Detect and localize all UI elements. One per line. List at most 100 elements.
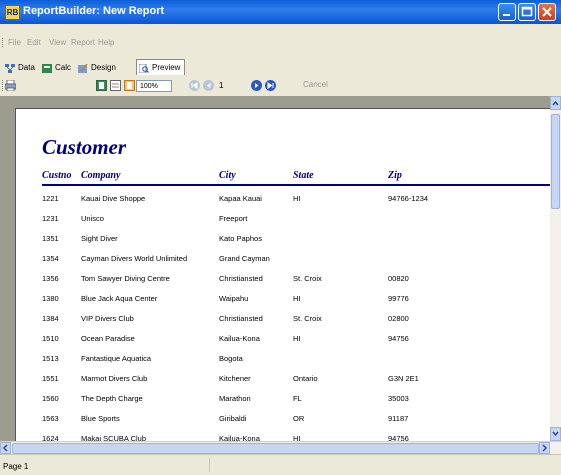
cell-state: HI <box>293 434 301 441</box>
maximize-button[interactable] <box>518 3 536 21</box>
column-header-state: State <box>293 170 314 181</box>
scroll-down-button[interactable] <box>550 427 561 441</box>
cell-city: Bogota <box>219 354 243 363</box>
close-button[interactable] <box>538 3 556 21</box>
print-icon[interactable] <box>4 79 17 92</box>
horizontal-scrollbar[interactable] <box>0 441 561 455</box>
cell-company: Kauai Dive Shoppe <box>81 194 146 203</box>
cell-zip: G3N 2E1 <box>388 374 419 383</box>
menu-edit[interactable]: Edit <box>27 38 41 47</box>
table-row: 1513 Fantastique Aquatica Bogota <box>16 351 550 371</box>
scroll-up-button[interactable] <box>550 96 561 110</box>
data-icon <box>5 63 15 73</box>
menu-help[interactable]: Help <box>98 38 114 47</box>
table-row: 1351 Sight Diver Kato Paphos <box>16 231 550 251</box>
design-icon <box>78 63 88 73</box>
cell-custno: 1354 <box>42 254 59 263</box>
zoom-input[interactable]: 100% <box>136 80 172 92</box>
cell-city: Christiansted <box>219 314 263 323</box>
cell-city: Marathon <box>219 394 251 403</box>
tab-design-label: Design <box>91 63 116 72</box>
table-row: 1221 Kauai Dive Shoppe Kapaa Kauai HI 94766-… <box>16 191 550 211</box>
status-divider <box>209 458 210 472</box>
column-header-zip: Zip <box>388 170 402 181</box>
table-row: 1231 Unisco Freeport <box>16 211 550 231</box>
hundred-percent-icon[interactable] <box>124 80 135 91</box>
table-row: 1624 Makai SCUBA Club Kailua-Kona HI 94756 <box>16 431 550 441</box>
cell-state: St. Croix <box>293 314 322 323</box>
cell-zip: 02800 <box>388 314 409 323</box>
close-icon <box>539 7 555 23</box>
cell-city: Christiansted <box>219 274 263 283</box>
cell-city: Giribaldi <box>219 414 247 423</box>
cell-custno: 1231 <box>42 214 59 223</box>
table-row: 1563 Blue Sports Giribaldi OR 91187 <box>16 411 550 431</box>
header-rule <box>42 184 550 186</box>
cell-state: HI <box>293 194 301 203</box>
next-page-icon[interactable] <box>251 80 262 91</box>
cell-city: Kailua-Kona <box>219 334 260 343</box>
menu-bar: File Edit View Report Help <box>0 24 561 58</box>
menu-grip <box>2 38 5 47</box>
scroll-left-button[interactable] <box>0 442 11 454</box>
maximize-icon <box>519 6 535 23</box>
page-width-icon[interactable] <box>110 80 121 91</box>
preview-toolbar: 100% 1 Cancel <box>0 75 561 97</box>
cell-state: OR <box>293 414 305 423</box>
title-bar: RB ReportBuilder: New Report <box>0 0 561 24</box>
tab-data[interactable]: Data <box>2 59 40 74</box>
menu-file[interactable]: File <box>8 38 21 47</box>
cell-custno: 1624 <box>42 434 59 441</box>
tab-preview[interactable]: Preview <box>136 59 186 76</box>
cell-company: VIP Divers Club <box>81 314 134 323</box>
cell-custno: 1513 <box>42 354 59 363</box>
cell-custno: 1351 <box>42 234 59 243</box>
preview-icon <box>138 63 149 74</box>
chevron-up-icon <box>551 100 560 111</box>
report-title: Customer <box>42 135 127 159</box>
cell-state: St. Croix <box>293 274 322 283</box>
scroll-right-button[interactable] <box>539 442 550 454</box>
app-icon: RB <box>5 5 20 20</box>
menu-view[interactable]: View <box>49 38 66 47</box>
vertical-scrollbar[interactable] <box>550 96 561 441</box>
prior-page-icon[interactable] <box>203 80 214 91</box>
horizontal-scroll-thumb[interactable] <box>12 443 539 454</box>
cell-zip: 94756 <box>388 434 409 441</box>
cell-custno: 1563 <box>42 414 59 423</box>
cell-state: HI <box>293 334 301 343</box>
first-page-icon[interactable] <box>189 80 200 91</box>
menu-report[interactable]: Report <box>71 38 95 47</box>
cell-company: Tom Sawyer Diving Centre <box>81 274 170 283</box>
tab-calc-label: Calc <box>55 63 72 72</box>
cell-zip: 99776 <box>388 294 409 303</box>
page-number-input[interactable]: 1 <box>219 80 243 92</box>
tab-data-label: Data <box>18 63 35 72</box>
minimize-button[interactable] <box>498 3 516 21</box>
vertical-scroll-thumb[interactable] <box>551 114 560 209</box>
cell-zip: 35003 <box>388 394 409 403</box>
cancel-button[interactable]: Cancel <box>303 80 328 89</box>
cell-custno: 1356 <box>42 274 59 283</box>
view-tabs: Data Calc Design Preview <box>0 58 561 76</box>
tab-calc[interactable]: Calc <box>39 59 76 74</box>
cell-city: Grand Cayman <box>219 254 270 263</box>
cell-city: Kapaa Kauai <box>219 194 262 203</box>
cell-custno: 1384 <box>42 314 59 323</box>
cell-zip: 00820 <box>388 274 409 283</box>
cell-custno: 1380 <box>42 294 59 303</box>
status-page: Page 1 <box>3 462 29 471</box>
table-row: 1380 Blue Jack Aqua Center Waipahu HI 99776 <box>16 291 550 311</box>
last-page-icon[interactable] <box>265 80 276 91</box>
tab-design[interactable]: Design <box>75 59 121 74</box>
minimize-icon <box>499 9 515 23</box>
report-rows: 1221 Kauai Dive Shoppe Kapaa Kauai HI 94766-… <box>16 191 550 441</box>
cell-company: Cayman Divers World Unlimited <box>81 254 188 263</box>
cell-company: Blue Jack Aqua Center <box>81 294 158 303</box>
whole-page-icon[interactable] <box>96 80 107 91</box>
report-viewer[interactable]: Customer Custno Company City State Zip 1… <box>0 96 550 441</box>
cell-company: Unisco <box>81 214 104 223</box>
column-header-company: Company <box>81 170 121 181</box>
cell-state: HI <box>293 294 301 303</box>
report-page: Customer Custno Company City State Zip 1… <box>15 108 550 441</box>
